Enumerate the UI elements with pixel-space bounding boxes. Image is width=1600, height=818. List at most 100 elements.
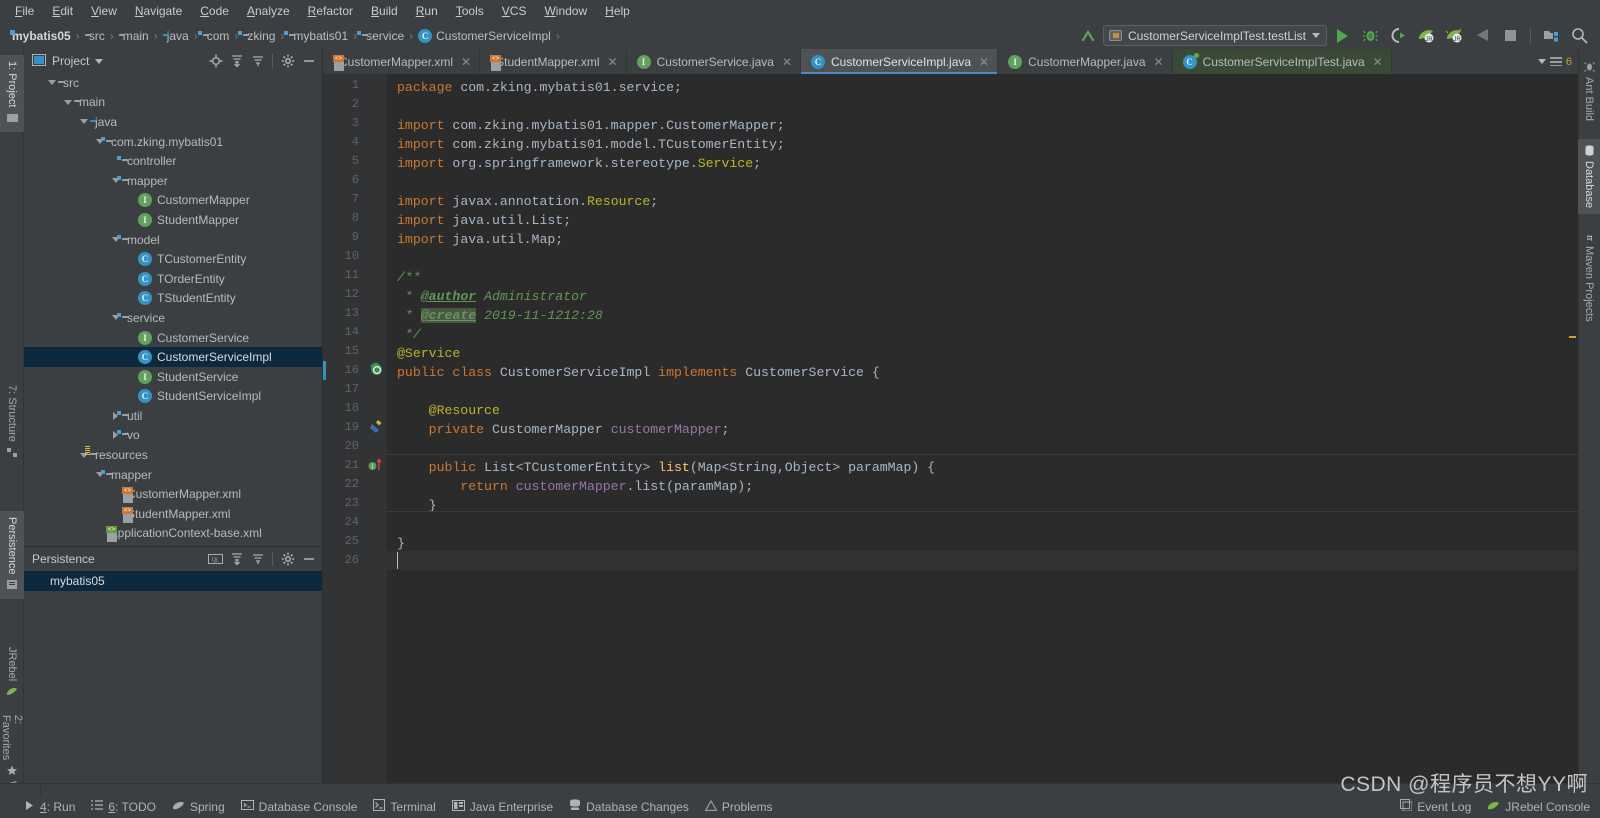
editor-tab-customermapper-xml[interactable]: <> CustomerMapper.xml ✕	[323, 49, 481, 74]
expand-all-icon[interactable]	[248, 52, 267, 71]
implemented-class-icon[interactable]	[369, 362, 383, 379]
chevron-down-icon[interactable]	[1537, 59, 1546, 64]
status-bar-button-event-log[interactable]: Event Log	[1400, 799, 1471, 814]
collapse-all-icon[interactable]	[227, 52, 246, 71]
close-icon[interactable]: ✕	[1154, 55, 1164, 69]
close-icon[interactable]: ✕	[608, 55, 618, 69]
breadcrumb-item-service[interactable]: service	[362, 29, 404, 43]
hide-panel-icon[interactable]	[299, 550, 318, 569]
jrebel-debug-button[interactable]: JR	[1441, 24, 1467, 48]
breadcrumb-item-com[interactable]: com	[203, 29, 230, 43]
menu-item-file[interactable]: File	[6, 2, 43, 20]
status-bar-button-spring[interactable]: Spring	[172, 800, 225, 814]
status-bar-button-database-changes[interactable]: Database Changes	[569, 799, 689, 814]
breadcrumb-item-java[interactable]: java	[163, 29, 189, 43]
menu-item-edit[interactable]: Edit	[43, 2, 82, 20]
editor-tab-customerserviceimpltest-java[interactable]: C CustomerServiceImplTest.java ✕	[1172, 49, 1392, 74]
menu-item-view[interactable]: View	[82, 2, 126, 20]
tree-node-mapper[interactable]: mapper	[24, 171, 322, 191]
tree-node-studentserviceimpl[interactable]: C StudentServiceImpl	[24, 387, 322, 407]
tree-node-model[interactable]: model	[24, 230, 322, 250]
tree-node-main[interactable]: main	[24, 93, 322, 113]
status-bar-button-4-run[interactable]: 4: Run	[24, 800, 75, 814]
tree-node-customermapper[interactable]: I CustomerMapper	[24, 191, 322, 211]
close-icon[interactable]: ✕	[461, 55, 471, 69]
menu-item-build[interactable]: Build	[362, 2, 407, 20]
build-button[interactable]	[1469, 24, 1495, 48]
spring-bean-icon[interactable]	[368, 419, 383, 437]
locate-icon[interactable]	[206, 52, 225, 71]
left-tool-tab-persistence[interactable]: Persistence	[0, 511, 24, 600]
run-configuration-selector[interactable]: CustomerServiceImplTest.testList	[1102, 25, 1327, 46]
gear-icon[interactable]	[278, 550, 297, 569]
menu-item-analyze[interactable]: Analyze	[238, 2, 299, 20]
project-tree[interactable]: src main java com.zking.mybatis01 controller…	[24, 73, 322, 546]
status-bar-button-jrebel-console[interactable]: JRebel Console	[1487, 800, 1590, 814]
chevron-down-icon[interactable]	[45, 76, 58, 89]
editor-tab-customermapper-java[interactable]: I CustomerMapper.java ✕	[998, 49, 1173, 74]
persistence-list[interactable]: mybatis05	[24, 571, 322, 591]
tree-node-studentservice[interactable]: I StudentService	[24, 367, 322, 387]
chevron-down-icon[interactable]	[77, 115, 90, 128]
close-icon[interactable]: ✕	[979, 55, 989, 69]
persistence-item-mybatis05[interactable]: mybatis05	[24, 571, 322, 591]
tree-node-torderentity[interactable]: C TOrderEntity	[24, 269, 322, 289]
right-tool-tab-ant-build[interactable]: Ant Build	[1578, 55, 1600, 127]
run-button[interactable]	[1329, 24, 1355, 48]
collapse-all-icon[interactable]	[248, 550, 267, 569]
tree-node-tcustomerentity[interactable]: C TCustomerEntity	[24, 249, 322, 269]
breadcrumb-item-customerserviceimpl[interactable]: C CustomerServiceImpl	[418, 28, 551, 43]
code-area[interactable]: package com.zking.mybatis01.service; impo…	[387, 74, 1578, 783]
menu-item-help[interactable]: Help	[596, 2, 639, 20]
tree-node-mapper[interactable]: mapper	[24, 465, 322, 485]
tree-node-applicationcontext-base-xml[interactable]: <> applicationContext-base.xml	[24, 524, 322, 544]
tree-node-resources[interactable]: resources	[24, 445, 322, 465]
left-tool-tab-jrebel[interactable]: JRebel	[0, 641, 24, 706]
breadcrumb-item-zking[interactable]: zking	[243, 29, 275, 43]
project-structure-button[interactable]	[1538, 24, 1564, 48]
search-everywhere-button[interactable]	[1566, 24, 1592, 48]
menu-item-refactor[interactable]: Refactor	[299, 2, 362, 20]
tree-node-customerservice[interactable]: I CustomerService	[24, 328, 322, 348]
tree-node-customerserviceimpl[interactable]: C CustomerServiceImpl	[24, 347, 322, 367]
gear-icon[interactable]	[278, 52, 297, 71]
run-with-coverage-button[interactable]	[1385, 24, 1411, 48]
right-tool-tab-maven-projects[interactable]: m Maven Projects	[1578, 224, 1600, 328]
status-bar-button-database-console[interactable]: Database Console	[240, 799, 357, 814]
expand-all-icon[interactable]	[227, 550, 246, 569]
tab-list-icon[interactable]	[1549, 57, 1562, 66]
status-bar-button-java-enterprise[interactable]: Java Enterprise	[451, 799, 553, 814]
tree-node-com-zking-mybatis01[interactable]: com.zking.mybatis01	[24, 132, 322, 152]
tree-node-studentmapper-xml[interactable]: <> StudentMapper.xml	[24, 504, 322, 524]
close-icon[interactable]: ✕	[782, 55, 792, 69]
tree-node-util[interactable]: util	[24, 406, 322, 426]
left-tool-tab-7-structure[interactable]: 7: Structure	[0, 379, 24, 467]
sql-console-icon[interactable]: QL	[206, 550, 225, 569]
chevron-down-icon[interactable]	[61, 96, 74, 109]
menu-item-navigate[interactable]: Navigate	[126, 2, 191, 20]
tree-node-vo[interactable]: vo	[24, 426, 322, 446]
editor-gutter[interactable]: 1 2 3 4 5 6 7 8 9 10 11 12 13 14 15 16 17 18 19 20 21 22 23 24 2…	[323, 74, 387, 783]
tree-node-java[interactable]: java	[24, 112, 322, 132]
breadcrumb-item-src[interactable]: src	[85, 29, 105, 43]
breadcrumb-item-mybatis05[interactable]: mybatis05	[8, 29, 71, 43]
chevron-down-icon[interactable]	[95, 58, 104, 64]
menu-item-window[interactable]: Window	[535, 2, 596, 20]
tree-node-service[interactable]: service	[24, 308, 322, 328]
menu-item-code[interactable]: Code	[191, 2, 238, 20]
breadcrumb-item-mybatis01[interactable]: mybatis01	[289, 29, 348, 43]
menu-item-tools[interactable]: Tools	[447, 2, 493, 20]
breadcrumb-item-main[interactable]: main	[119, 29, 149, 43]
close-icon[interactable]: ✕	[1373, 55, 1383, 69]
overriding-method-icon[interactable]: I	[368, 457, 383, 475]
editor-tab-studentmapper-xml[interactable]: <> StudentMapper.xml ✕	[480, 49, 627, 74]
tree-node-customermapper-xml[interactable]: <> CustomerMapper.xml	[24, 484, 322, 504]
tree-node-controller[interactable]: controller	[24, 151, 322, 171]
status-bar-button-6-todo[interactable]: 6: TODO	[91, 800, 156, 814]
back-arrow-icon[interactable]	[1075, 24, 1101, 48]
tree-node-studentmapper[interactable]: I StudentMapper	[24, 210, 322, 230]
editor-scrollbar[interactable]	[1567, 74, 1578, 783]
menu-item-run[interactable]: Run	[407, 2, 447, 20]
status-bar-button-terminal[interactable]: Terminal	[373, 799, 436, 814]
tree-node-tstudententity[interactable]: C TStudentEntity	[24, 289, 322, 309]
